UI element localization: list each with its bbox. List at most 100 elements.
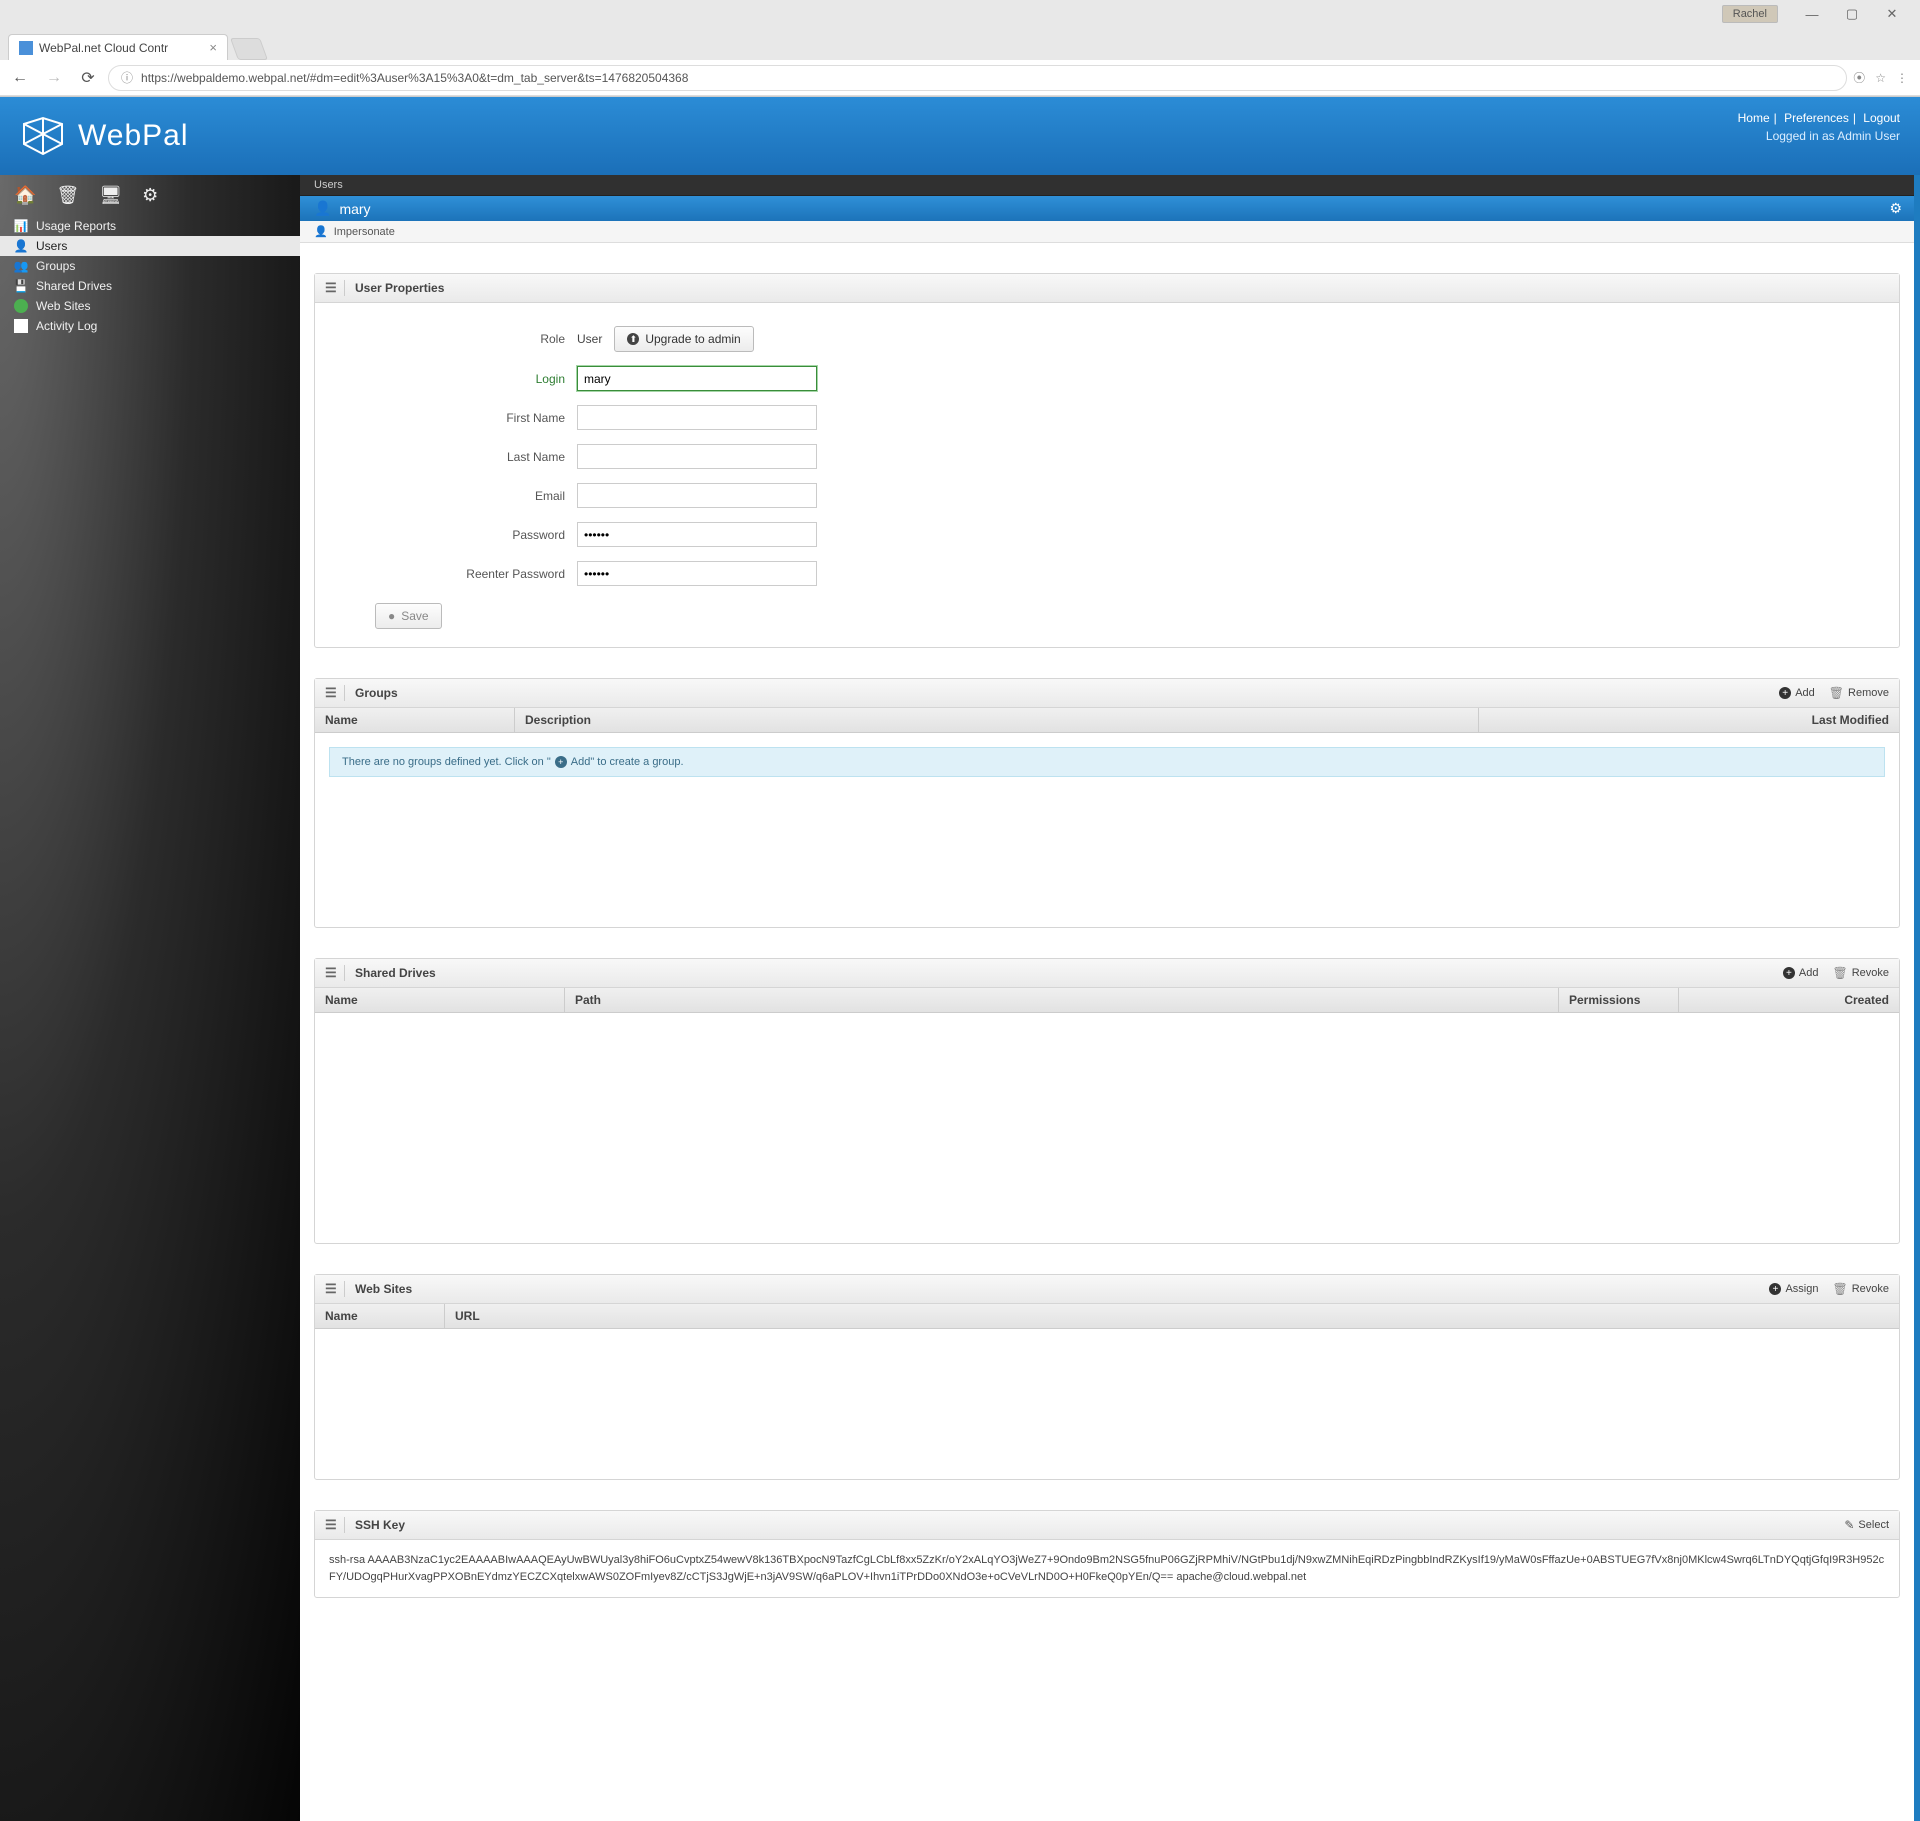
button-label: Add [1799, 967, 1819, 979]
drives-add-button[interactable]: + Add [1783, 966, 1819, 980]
drives-revoke-button[interactable]: 🗑Revoke [1832, 966, 1889, 980]
plus-icon: + [1779, 687, 1791, 699]
groups-remove-button[interactable]: 🗑Remove [1829, 686, 1889, 700]
panel-web-sites: ☰ Web Sites + Assign 🗑Revoke Name URL [314, 1274, 1900, 1480]
col-name: Name [315, 1304, 445, 1328]
panel-title: Web Sites [355, 1282, 412, 1296]
websites-assign-button[interactable]: + Assign [1769, 1282, 1818, 1296]
first-name-field[interactable] [577, 405, 817, 430]
col-created: Created [1679, 988, 1899, 1012]
save-button[interactable]: ● Save [375, 603, 442, 629]
impersonate-button[interactable]: Impersonate [334, 226, 395, 238]
sidebar: 🏠 🗑 🖥 ⚙ 📊Usage Reports 👤Users 👥Groups 💾S… [0, 175, 300, 1821]
list-icon: ☰ [325, 965, 345, 981]
home-icon[interactable]: 🏠 [14, 185, 36, 206]
translate-icon[interactable]: ⦿ [1853, 69, 1865, 86]
star-icon[interactable]: ☆ [1875, 71, 1886, 85]
favicon-icon [19, 41, 33, 55]
sidebar-item-groups[interactable]: 👥Groups [0, 256, 300, 276]
trash-icon: 🗑 [1832, 1282, 1847, 1296]
page-title: mary [339, 201, 370, 217]
person-icon: 👤 [314, 225, 328, 238]
email-field[interactable] [577, 483, 817, 508]
user-icon: 👤 [314, 200, 331, 217]
save-icon: ● [388, 609, 395, 623]
col-path: Path [565, 988, 1559, 1012]
panel-shared-drives: ☰ Shared Drives +Add 🗑Revoke Name Path P… [314, 958, 1900, 1244]
col-last-modified: Last Modified [1479, 708, 1899, 732]
globe-icon [14, 299, 28, 313]
col-description: Description [515, 708, 1479, 732]
gear-icon[interactable]: ⚙ [142, 185, 158, 206]
trash-icon: 🗑 [1829, 686, 1844, 700]
sidebar-item-web-sites[interactable]: Web Sites [0, 296, 300, 316]
tab-close-icon[interactable]: × [209, 40, 217, 55]
button-label: Save [401, 609, 428, 623]
plus-icon: + [1783, 967, 1795, 979]
link-logout[interactable]: Logout [1863, 111, 1900, 125]
users-icon: 👥 [14, 259, 28, 273]
tab-title: WebPal.net Cloud Contr [39, 41, 168, 55]
list-icon: ☰ [325, 685, 345, 701]
websites-table-header: Name URL [315, 1304, 1899, 1329]
label-role: Role [345, 332, 565, 346]
label-reenter-password: Reenter Password [345, 567, 565, 581]
label-password: Password [345, 528, 565, 542]
user-icon: 👤 [14, 239, 28, 253]
list-icon: ☰ [325, 280, 345, 296]
url-text: https://webpaldemo.webpal.net/#dm=edit%3… [141, 71, 688, 85]
trash-icon[interactable]: 🗑 [56, 185, 79, 206]
browser-tab[interactable]: WebPal.net Cloud Contr × [8, 34, 228, 60]
monitor-icon[interactable]: 🖥 [99, 185, 122, 206]
label-first-name: First Name [345, 411, 565, 425]
info-icon: ⓘ [121, 69, 133, 86]
button-label: Assign [1785, 1283, 1818, 1295]
ssh-key-text: ssh-rsa AAAAB3NzaC1yc2EAAAABIwAAAQEAyUwB… [315, 1540, 1899, 1597]
button-label: Add [1795, 687, 1815, 699]
list-icon: ☰ [325, 1517, 345, 1533]
window-close-icon[interactable]: ✕ [1872, 3, 1912, 25]
text: There are no groups defined yet. Click o… [342, 756, 551, 768]
ssh-select-button[interactable]: ✎Select [1844, 1518, 1889, 1532]
panel-title: Groups [355, 686, 398, 700]
reenter-password-field[interactable] [577, 561, 817, 586]
window-maximize-icon[interactable]: ▢ [1832, 3, 1872, 25]
login-field[interactable] [577, 366, 817, 391]
sidebar-item-label: Web Sites [36, 299, 90, 313]
col-url: URL [445, 1304, 1899, 1328]
menu-icon[interactable]: ⋮ [1896, 71, 1908, 85]
back-icon[interactable]: ← [6, 64, 34, 92]
page-settings-icon[interactable]: ⚙ [1889, 200, 1902, 217]
upgrade-to-admin-button[interactable]: ⬆Upgrade to admin [614, 326, 753, 352]
os-user-badge: Rachel [1722, 5, 1778, 23]
sidebar-item-usage-reports[interactable]: 📊Usage Reports [0, 216, 300, 236]
col-name: Name [315, 708, 515, 732]
window-minimize-icon[interactable]: — [1792, 3, 1832, 25]
panel-groups: ☰ Groups + Add 🗑Remove Name Description L… [314, 678, 1900, 928]
address-bar[interactable]: ⓘ https://webpaldemo.webpal.net/#dm=edit… [108, 65, 1847, 91]
websites-revoke-button[interactable]: 🗑Revoke [1832, 1282, 1889, 1296]
label-last-name: Last Name [345, 450, 565, 464]
new-tab-button[interactable] [230, 38, 268, 60]
link-preferences[interactable]: Preferences [1784, 111, 1849, 125]
col-permissions: Permissions [1559, 988, 1679, 1012]
label-login: Login [345, 372, 565, 386]
link-home[interactable]: Home [1738, 111, 1770, 125]
breadcrumb: Users [300, 175, 1914, 196]
groups-add-button[interactable]: + Add [1779, 686, 1815, 700]
last-name-field[interactable] [577, 444, 817, 469]
sidebar-item-activity-log[interactable]: Activity Log [0, 316, 300, 336]
password-field[interactable] [577, 522, 817, 547]
drives-table-header: Name Path Permissions Created [315, 988, 1899, 1013]
pencil-icon: ✎ [1844, 1518, 1854, 1532]
list-icon: ☰ [325, 1281, 345, 1297]
reload-icon[interactable]: ⟳ [74, 64, 102, 92]
sidebar-item-shared-drives[interactable]: 💾Shared Drives [0, 276, 300, 296]
plus-icon: + [1769, 1283, 1781, 1295]
sidebar-item-users[interactable]: 👤Users [0, 236, 300, 256]
sidebar-item-label: Usage Reports [36, 219, 116, 233]
forward-icon[interactable]: → [40, 64, 68, 92]
right-rail [1914, 175, 1920, 1821]
logo-icon [20, 116, 66, 156]
button-label: Upgrade to admin [645, 332, 740, 346]
